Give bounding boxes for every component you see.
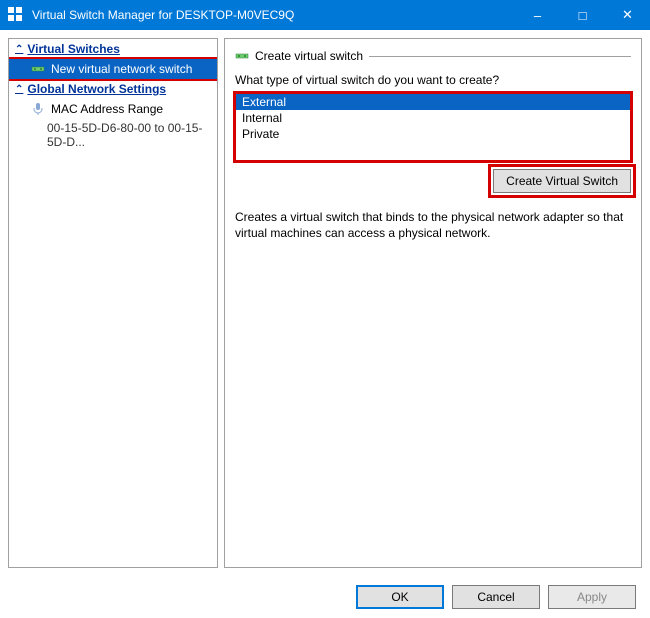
switch-type-option-internal[interactable]: Internal: [236, 110, 630, 126]
network-switch-icon: [235, 49, 249, 63]
content-area: ⌃ Virtual Switches New virtual network s…: [0, 30, 650, 576]
app-icon: [8, 7, 24, 23]
divider: [369, 56, 631, 57]
sidebar-section-virtual-switches[interactable]: ⌃ Virtual Switches: [9, 39, 217, 59]
main-panel: Create virtual switch What type of virtu…: [224, 38, 642, 568]
maximize-button[interactable]: □: [560, 0, 605, 30]
sidebar-section-label: Global Network Settings: [27, 82, 166, 96]
window-controls: – □ ✕: [515, 0, 650, 30]
create-virtual-switch-button[interactable]: Create Virtual Switch: [493, 169, 631, 193]
switch-type-description: Creates a virtual switch that binds to t…: [235, 209, 631, 241]
dialog-footer: OK Cancel Apply: [0, 576, 650, 618]
switch-type-question: What type of virtual switch do you want …: [235, 73, 631, 87]
sidebar-item-label: MAC Address Range: [51, 102, 163, 116]
minimize-button[interactable]: –: [515, 0, 560, 30]
sidebar-section-global-network[interactable]: ⌃ Global Network Settings: [9, 79, 217, 99]
chevron-up-icon: ⌃: [15, 44, 23, 55]
network-switch-icon: [31, 62, 45, 76]
switch-type-listbox[interactable]: External Internal Private: [235, 93, 631, 161]
cancel-button[interactable]: Cancel: [452, 585, 540, 609]
window-title: Virtual Switch Manager for DESKTOP-M0VEC…: [32, 8, 515, 22]
create-button-row: Create Virtual Switch: [235, 169, 631, 193]
title-bar: Virtual Switch Manager for DESKTOP-M0VEC…: [0, 0, 650, 30]
sidebar-section-label: Virtual Switches: [27, 42, 119, 56]
mac-range-icon: [31, 102, 45, 116]
section-header: Create virtual switch: [235, 49, 631, 63]
sidebar: ⌃ Virtual Switches New virtual network s…: [8, 38, 218, 568]
sidebar-item-new-virtual-switch[interactable]: New virtual network switch: [9, 59, 217, 79]
switch-type-option-external[interactable]: External: [236, 94, 630, 110]
section-title-text: Create virtual switch: [255, 49, 363, 63]
sidebar-item-mac-address-range[interactable]: MAC Address Range: [9, 99, 217, 119]
ok-button[interactable]: OK: [356, 585, 444, 609]
close-button[interactable]: ✕: [605, 0, 650, 30]
apply-button[interactable]: Apply: [548, 585, 636, 609]
switch-type-option-private[interactable]: Private: [236, 126, 630, 142]
sidebar-item-mac-range-detail: 00-15-5D-D6-80-00 to 00-15-5D-D...: [9, 119, 217, 151]
sidebar-item-label: New virtual network switch: [51, 62, 192, 76]
chevron-up-icon: ⌃: [15, 84, 23, 95]
